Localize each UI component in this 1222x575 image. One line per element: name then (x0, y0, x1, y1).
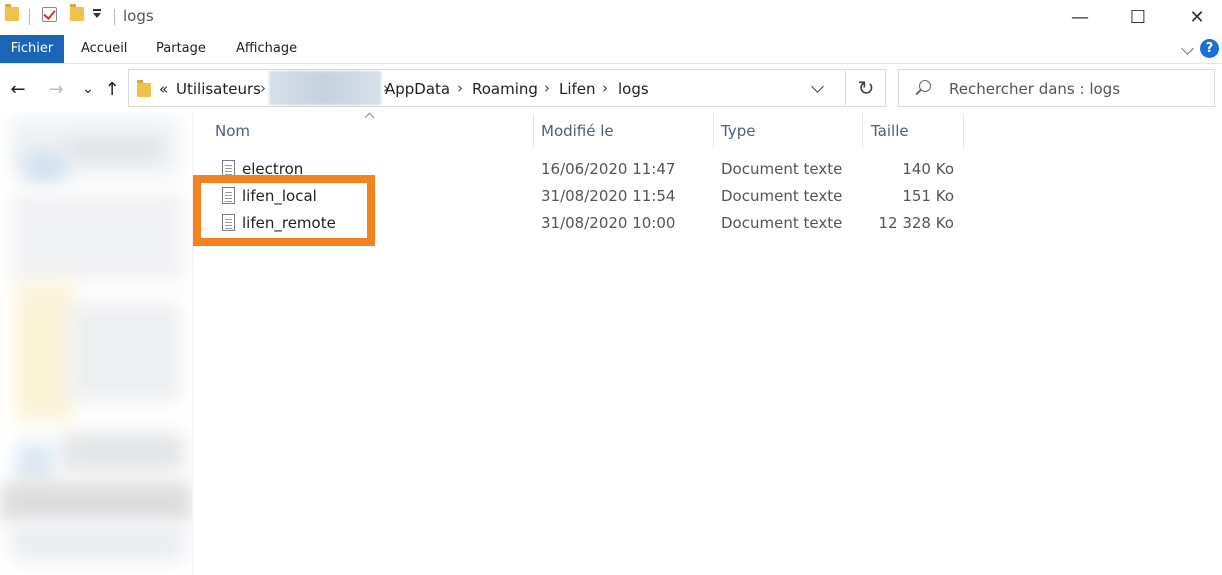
tab-accueil[interactable]: Accueil (81, 35, 127, 63)
file-size: 151 Ko (902, 187, 954, 205)
refresh-icon: ↻ (857, 76, 875, 100)
breadcrumb-lifen[interactable]: Lifen (559, 80, 596, 98)
maximize-button[interactable]: ☐ (1115, 0, 1161, 34)
folder-icon (137, 80, 151, 97)
search-box[interactable]: Rechercher dans : logs (898, 69, 1215, 107)
minimize-button[interactable]: — (1057, 0, 1103, 34)
address-dropdown-icon[interactable] (811, 80, 824, 93)
recent-locations-button[interactable]: ⌄ (76, 76, 100, 102)
forward-button[interactable]: → (44, 76, 68, 102)
file-type: Document texte (721, 160, 843, 178)
column-header-type[interactable]: Type (721, 122, 755, 144)
file-modified: 16/06/2020 11:47 (541, 160, 676, 178)
breadcrumb-utilisateurs[interactable]: Utilisateurs (176, 80, 261, 98)
breadcrumb-separator[interactable]: › (544, 79, 550, 97)
breadcrumb-separator[interactable]: › (457, 79, 463, 97)
help-button[interactable]: ? (1200, 39, 1219, 58)
refresh-button[interactable]: ↻ (847, 69, 886, 107)
breadcrumb-separator[interactable]: › (602, 79, 608, 97)
separator (29, 9, 30, 25)
customize-toolbar-icon[interactable] (93, 9, 101, 18)
breadcrumb-separator[interactable]: › (260, 79, 266, 97)
breadcrumb-overflow[interactable]: « (159, 80, 168, 98)
breadcrumb-roaming[interactable]: Roaming (472, 80, 538, 98)
breadcrumb-logs[interactable]: logs (618, 80, 649, 98)
search-icon (919, 80, 931, 92)
highlight-annotation (193, 175, 375, 246)
breadcrumb-appdata[interactable]: AppData (385, 80, 450, 98)
navigation-pane[interactable] (0, 112, 192, 575)
tab-partage[interactable]: Partage (156, 35, 206, 63)
up-button[interactable]: ↑ (100, 76, 124, 102)
search-input[interactable]: Rechercher dans : logs (949, 80, 1120, 98)
window-title: logs (123, 7, 154, 25)
ribbon: Fichier Accueil Partage Affichage ? (0, 35, 1222, 64)
close-button[interactable]: ✕ (1174, 0, 1220, 34)
column-header-modified[interactable]: Modifié le (541, 122, 614, 144)
file-type: Document texte (721, 187, 843, 205)
properties-icon[interactable] (42, 7, 57, 22)
file-size: 140 Ko (902, 160, 954, 178)
title-bar: logs — ☐ ✕ (0, 0, 1222, 34)
sort-ascending-icon (364, 112, 375, 123)
file-size: 12 328 Ko (878, 214, 954, 232)
file-modified: 31/08/2020 10:00 (541, 214, 676, 232)
tab-fichier[interactable]: Fichier (0, 35, 64, 63)
file-modified: 31/08/2020 11:54 (541, 187, 676, 205)
new-folder-icon[interactable] (70, 4, 84, 21)
column-divider[interactable] (533, 114, 534, 148)
separator (114, 9, 115, 25)
column-header-name[interactable]: Nom (215, 122, 250, 144)
column-divider[interactable] (862, 114, 863, 148)
breadcrumb-redacted[interactable] (269, 71, 381, 105)
tab-affichage[interactable]: Affichage (236, 35, 297, 63)
file-type: Document texte (721, 214, 843, 232)
expand-ribbon-icon[interactable] (1181, 42, 1194, 55)
column-divider[interactable] (963, 114, 964, 148)
back-button[interactable]: ← (6, 76, 30, 102)
address-bar[interactable]: « Utilisateurs › › AppData › Roaming › L… (128, 69, 846, 107)
column-header-size[interactable]: Taille (871, 122, 909, 144)
column-divider[interactable] (713, 114, 714, 148)
folder-icon (5, 4, 19, 21)
